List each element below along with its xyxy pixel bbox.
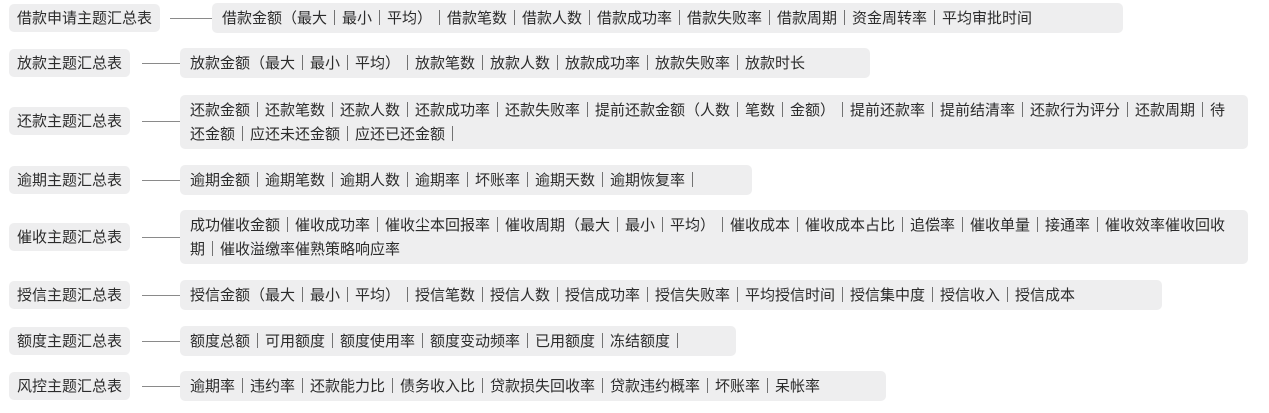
metrics-node[interactable]: 成功催收金额｜催收成功率｜催收尘本回报率｜催收周期（最大｜最小｜平均）｜催收成本… [180,210,1248,264]
metrics-node[interactable]: 放款金额（最大｜最小｜平均）｜放款笔数｜放款人数｜放款成功率｜放款失败率｜放款时… [180,48,870,78]
topic-node[interactable]: 放款主题汇总表 [9,49,131,77]
connector-line [170,18,212,19]
connector-line [142,295,180,296]
topic-node[interactable]: 风控主题汇总表 [9,372,131,400]
metrics-node[interactable]: 额度总额｜可用额度｜额度使用率｜额度变动频率｜已用额度｜冻结额度｜ [180,326,736,356]
connector-line [142,63,180,64]
connector-line [142,237,180,238]
connector-line [142,341,180,342]
mind-map: 借款申请主题汇总表 借款金额（最大｜最小｜平均）｜借款笔数｜借款人数｜借款成功率… [0,0,1269,413]
connector-line [142,180,180,181]
topic-node[interactable]: 逾期主题汇总表 [9,166,131,194]
connector-line [142,121,180,122]
metrics-node[interactable]: 逾期率｜违约率｜还款能力比｜债务收入比｜贷款损失回收率｜贷款违约概率｜坏账率｜呆… [180,371,886,401]
metrics-node[interactable]: 借款金额（最大｜最小｜平均）｜借款笔数｜借款人数｜借款成功率｜借款失败率｜借款周… [212,3,1123,33]
metrics-node[interactable]: 授信金额（最大｜最小｜平均）｜授信笔数｜授信人数｜授信成功率｜授信失败率｜平均授… [180,280,1162,310]
topic-node[interactable]: 额度主题汇总表 [9,327,131,355]
topic-node[interactable]: 授信主题汇总表 [9,281,131,309]
topic-node[interactable]: 催收主题汇总表 [9,223,131,251]
metrics-node[interactable]: 逾期金额｜逾期笔数｜逾期人数｜逾期率｜坏账率｜逾期天数｜逾期恢复率｜ [180,165,752,195]
metrics-node[interactable]: 还款金额｜还款笔数｜还款人数｜还款成功率｜还款失败率｜提前还款金额（人数｜笔数｜… [180,95,1248,149]
topic-node[interactable]: 还款主题汇总表 [9,107,131,135]
connector-line [142,386,180,387]
topic-node[interactable]: 借款申请主题汇总表 [9,4,161,32]
